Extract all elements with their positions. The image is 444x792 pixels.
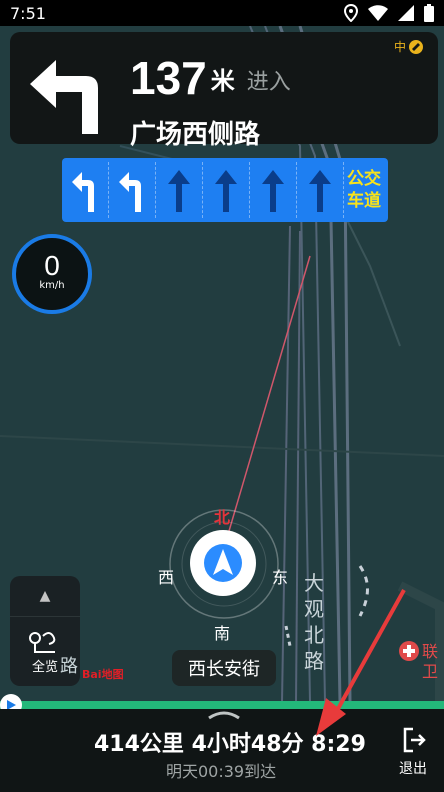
navigation-arrow-icon	[204, 544, 242, 582]
distance-row: 137 米 进入	[130, 54, 291, 102]
annotation-arrow-icon	[316, 589, 406, 736]
distance-action: 进入	[246, 70, 291, 95]
turn-left-icon	[119, 172, 141, 212]
compass-west: 西	[158, 568, 175, 587]
straight-icon	[262, 170, 284, 212]
lane-1	[62, 162, 109, 218]
status-bar: 7:51	[0, 0, 444, 26]
lane-4	[203, 162, 250, 218]
lane-6	[297, 162, 344, 218]
turn-left-arrow-icon	[30, 60, 98, 134]
lane-guidance-bar: 公交 车道	[62, 158, 388, 222]
turn-left-icon	[72, 172, 94, 212]
compass-north: 北	[214, 508, 231, 527]
exit-label: 退出	[399, 761, 427, 777]
expand-handle-icon[interactable]	[207, 710, 241, 720]
bus-lane-line2: 车道	[347, 191, 381, 211]
compass-east: 东	[272, 568, 289, 587]
overview-label: 全览	[31, 659, 58, 675]
next-road-name: 广场西侧路	[130, 120, 261, 150]
straight-icon	[309, 170, 331, 212]
straight-icon	[215, 170, 237, 212]
status-icons	[344, 4, 434, 22]
lane-5	[250, 162, 297, 218]
poi-label: 联卫	[422, 642, 439, 681]
distance-unit: 米	[210, 67, 235, 95]
location-icon	[344, 4, 358, 22]
triangle-up-icon: ▲	[39, 588, 51, 604]
gps-signal-badge: 中	[394, 38, 424, 55]
speed-unit: km/h	[39, 280, 65, 291]
turn-guidance-card: 137 米 进入 广场西侧路 中	[10, 32, 438, 150]
status-time: 7:51	[10, 3, 46, 23]
satellite-icon	[409, 39, 423, 54]
bus-lane-label: 公交 车道	[344, 168, 384, 212]
compass-south: 南	[214, 624, 231, 643]
collapse-up-button[interactable]: ▲	[10, 576, 80, 617]
bus-lane-line1: 公交	[347, 169, 381, 189]
lane-2	[109, 162, 156, 218]
arrival-time: 明天00:39到达	[166, 762, 277, 781]
road-label-partial: 路	[60, 656, 78, 677]
distance-value: 137	[130, 52, 207, 104]
baidu-logo: Bai地图	[82, 668, 124, 681]
speedometer: 0 km/h	[12, 234, 92, 314]
lane-3	[156, 162, 203, 218]
car-position-marker	[190, 530, 256, 596]
speed-value: 0	[44, 250, 60, 281]
battery-icon	[424, 4, 434, 22]
signal-label: 中	[393, 40, 406, 54]
straight-icon	[168, 170, 190, 212]
route-overview-icon	[29, 631, 56, 653]
current-street-label: 西长安街	[172, 650, 276, 686]
wifi-icon	[368, 5, 388, 21]
signal-icon	[398, 5, 414, 21]
